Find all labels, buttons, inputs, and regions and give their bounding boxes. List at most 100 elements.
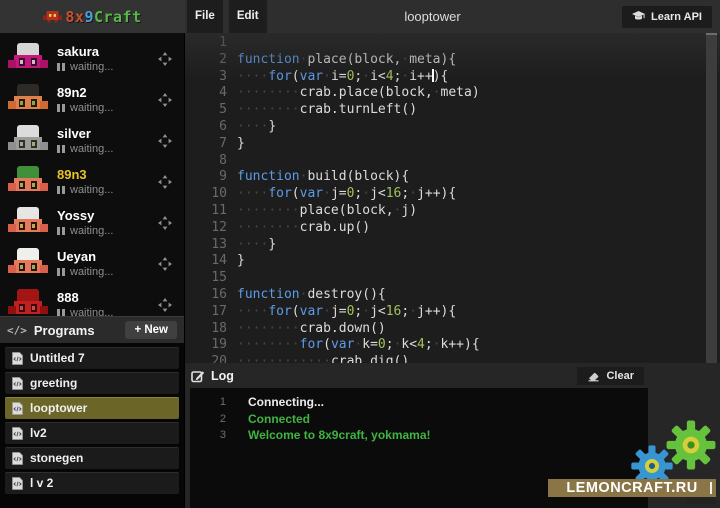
player-info: Ueyan waiting...: [57, 249, 149, 278]
code-line: 15: [185, 270, 720, 287]
line-number: 15: [185, 270, 237, 287]
learn-api-button[interactable]: Learn API: [622, 6, 712, 28]
line-code: function·destroy(){: [237, 287, 386, 304]
locate-player-icon[interactable]: [158, 134, 172, 148]
pause-icon: [57, 186, 65, 194]
player-row[interactable]: Yossy waiting...: [0, 202, 184, 243]
watermark-banner: LEMONCRAFT.RU: [548, 479, 716, 497]
program-label: stonegen: [30, 451, 83, 465]
code-line: 20 ············crab.dig(): [185, 354, 720, 363]
pause-icon: [57, 63, 65, 71]
program-row[interactable]: l v 2: [5, 472, 179, 494]
code-lines: 1 2 function·place(block,·meta){ 3 ····f…: [185, 35, 720, 363]
editor-scrollbar[interactable]: [706, 33, 717, 363]
code-line: 10 ····for(var·j=0;·j<16;·j++){: [185, 186, 720, 203]
code-line: 1: [185, 35, 720, 52]
programs-title: Programs: [34, 323, 119, 338]
locate-player-icon[interactable]: [158, 298, 172, 312]
player-row[interactable]: 888 waiting...: [0, 284, 184, 316]
clear-label: Clear: [606, 370, 634, 382]
locate-player-icon[interactable]: [158, 175, 172, 189]
line-code: ········crab.down(): [237, 321, 386, 338]
line-code: }: [237, 253, 245, 270]
locate-player-icon[interactable]: [158, 216, 172, 230]
player-info: 888 waiting...: [57, 290, 149, 316]
program-row[interactable]: stonegen: [5, 447, 179, 469]
line-code: function·build(block){: [237, 169, 409, 186]
line-code: ········crab.up(): [237, 220, 370, 237]
player-info: Yossy waiting...: [57, 208, 149, 237]
line-number: 9: [185, 169, 237, 186]
player-row[interactable]: 89n2 waiting...: [0, 79, 184, 120]
sidebar: sakura waiting... 89n2 waiting...: [0, 33, 185, 508]
pause-icon: [57, 104, 65, 112]
line-code: ············crab.dig(): [237, 354, 409, 363]
crab-avatar: [8, 289, 48, 316]
line-number: 4: [185, 85, 237, 102]
program-row[interactable]: lv2: [5, 422, 179, 444]
locate-player-icon[interactable]: [158, 52, 172, 66]
script-file-icon: [12, 352, 23, 365]
app-window: 8x9Craft File Edit looptower Learn API: [0, 0, 720, 508]
log-entry: 1 Connecting...: [190, 394, 648, 411]
code-line: 14 }: [185, 253, 720, 270]
line-number: 8: [185, 153, 237, 170]
watermark-cursor: [710, 482, 712, 494]
code-line: 18 ········crab.down(): [185, 321, 720, 338]
crab-avatar: [8, 248, 48, 279]
player-row[interactable]: Ueyan waiting...: [0, 243, 184, 284]
clear-log-button[interactable]: Clear: [577, 367, 644, 385]
watermark-text: LEMONCRAFT.RU: [566, 480, 697, 496]
text-cursor: [432, 69, 434, 82]
crab-avatar: [8, 43, 48, 74]
logo-text: 8x9Craft: [65, 8, 141, 26]
program-row[interactable]: looptower: [5, 397, 179, 419]
new-program-button[interactable]: + New: [125, 321, 177, 339]
log-entry-number: 3: [190, 427, 226, 444]
locate-player-icon[interactable]: [158, 93, 172, 107]
line-code: ····for(var·j=0;·j<16;·j++){: [237, 186, 456, 203]
program-row[interactable]: greeting: [5, 372, 179, 394]
line-number: 18: [185, 321, 237, 338]
code-line: 4 ········crab.place(block,·meta): [185, 85, 720, 102]
pause-icon: [57, 268, 65, 276]
log-entry-text: Welcome to 8x9craft, yokmama!: [226, 427, 431, 444]
player-row[interactable]: silver waiting...: [0, 120, 184, 161]
programs-header: </> Programs + New: [0, 316, 184, 343]
code-line: 5 ········crab.turnLeft(): [185, 102, 720, 119]
log-header: Log Clear: [185, 363, 720, 388]
player-status-text: waiting...: [70, 143, 113, 155]
graduation-cap-icon: [632, 11, 645, 22]
player-status: waiting...: [57, 266, 149, 278]
pause-icon: [57, 145, 65, 153]
line-number: 5: [185, 102, 237, 119]
code-editor[interactable]: 1 2 function·place(block,·meta){ 3 ····f…: [185, 33, 720, 363]
player-status: waiting...: [57, 143, 149, 155]
line-number: 3: [185, 69, 237, 86]
line-number: 6: [185, 119, 237, 136]
line-code: ········place(block,·j): [237, 203, 417, 220]
player-row[interactable]: sakura waiting...: [0, 38, 184, 79]
program-row[interactable]: Untitled 7: [5, 347, 179, 369]
crab-avatar: [8, 125, 48, 156]
line-code: }: [237, 136, 245, 153]
player-status: waiting...: [57, 225, 149, 237]
player-row[interactable]: 89n3 waiting...: [0, 161, 184, 202]
player-name: 89n3: [57, 167, 149, 182]
crab-avatar: [8, 166, 48, 197]
menu-edit[interactable]: Edit: [229, 0, 267, 33]
line-code: ····}: [237, 237, 276, 254]
code-line: 13 ····}: [185, 237, 720, 254]
line-number: 16: [185, 287, 237, 304]
code-line: 12 ········crab.up(): [185, 220, 720, 237]
player-name: Yossy: [57, 208, 149, 223]
crab-avatar: [8, 207, 48, 238]
code-line: 2 function·place(block,·meta){: [185, 52, 720, 69]
code-icon: </>: [7, 324, 27, 337]
code-line: 8: [185, 153, 720, 170]
locate-player-icon[interactable]: [158, 257, 172, 271]
player-status-text: waiting...: [70, 307, 113, 316]
line-number: 20: [185, 354, 237, 363]
menu-file[interactable]: File: [187, 0, 223, 33]
line-number: 10: [185, 186, 237, 203]
